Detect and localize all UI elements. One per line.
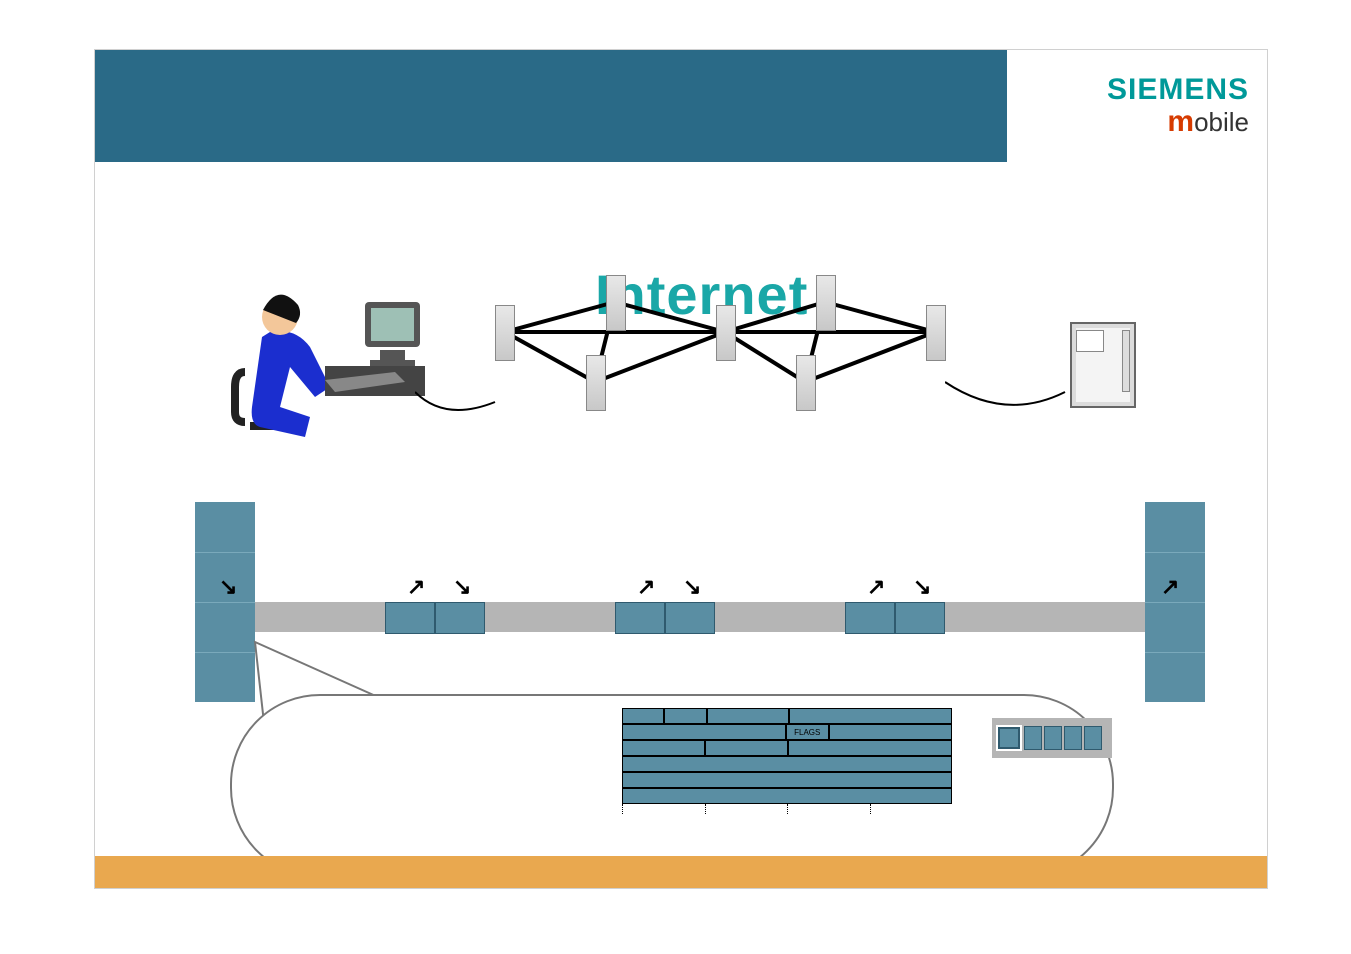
- footer-band: [95, 856, 1267, 888]
- ip-field: [789, 708, 952, 724]
- ip-field: [829, 724, 953, 740]
- arrow-icon: ↗: [867, 574, 885, 600]
- callout-bubble: FLAGS: [230, 694, 1114, 878]
- host-stack-right: [1145, 502, 1205, 702]
- hop-block: [845, 602, 945, 632]
- mobile-logo-rest: obile: [1194, 107, 1249, 137]
- payload-chip: [1024, 726, 1042, 750]
- ip-field: [622, 788, 952, 804]
- payload-chip: [1044, 726, 1062, 750]
- slide: SIEMENS mobile Internet: [95, 50, 1267, 888]
- ip-field-flags: FLAGS: [786, 724, 829, 740]
- arrow-icon: ↘: [453, 574, 471, 600]
- router-icon: [926, 305, 946, 361]
- internet-mesh-icon: [465, 272, 1015, 452]
- payload-chip: [1064, 726, 1082, 750]
- router-icon: [495, 305, 515, 361]
- siemens-logo-text: SIEMENS: [1107, 73, 1249, 107]
- server-icon: [1070, 322, 1136, 408]
- hop-block: [385, 602, 485, 632]
- router-icon: [816, 275, 836, 331]
- mobile-logo-m: m: [1167, 105, 1194, 138]
- payload-chip: [996, 725, 1022, 751]
- ip-field: [705, 740, 788, 756]
- payload-box: [992, 718, 1112, 758]
- ip-field: [622, 708, 664, 724]
- content-area: Internet: [95, 162, 1267, 888]
- arrow-icon: ↗: [407, 574, 425, 600]
- hop-block: [615, 602, 715, 632]
- router-icon: [606, 275, 626, 331]
- arrow-icon: ↗: [1161, 574, 1179, 600]
- ip-header-table: FLAGS: [622, 708, 952, 814]
- network-illustration: Internet: [175, 272, 1185, 472]
- logo-box: SIEMENS mobile: [1007, 50, 1267, 162]
- payload-chip: [1084, 726, 1102, 750]
- ip-field: [707, 708, 790, 724]
- arrow-icon: ↘: [913, 574, 931, 600]
- ip-field: [622, 756, 952, 772]
- mobile-logo-text: mobile: [1167, 105, 1249, 139]
- router-icon: [586, 355, 606, 411]
- arrow-icon: ↘: [219, 574, 237, 600]
- ip-field: [788, 740, 952, 756]
- ip-field: [622, 740, 705, 756]
- arrow-icon: ↗: [637, 574, 655, 600]
- router-icon: [796, 355, 816, 411]
- title-bar: [95, 50, 1007, 162]
- ip-field: [664, 708, 706, 724]
- page: SIEMENS mobile Internet: [0, 0, 1351, 954]
- user-at-computer-icon: [175, 272, 425, 452]
- arrow-icon: ↘: [683, 574, 701, 600]
- router-icon: [716, 305, 736, 361]
- ip-field: [622, 772, 952, 788]
- ip-field: [622, 724, 786, 740]
